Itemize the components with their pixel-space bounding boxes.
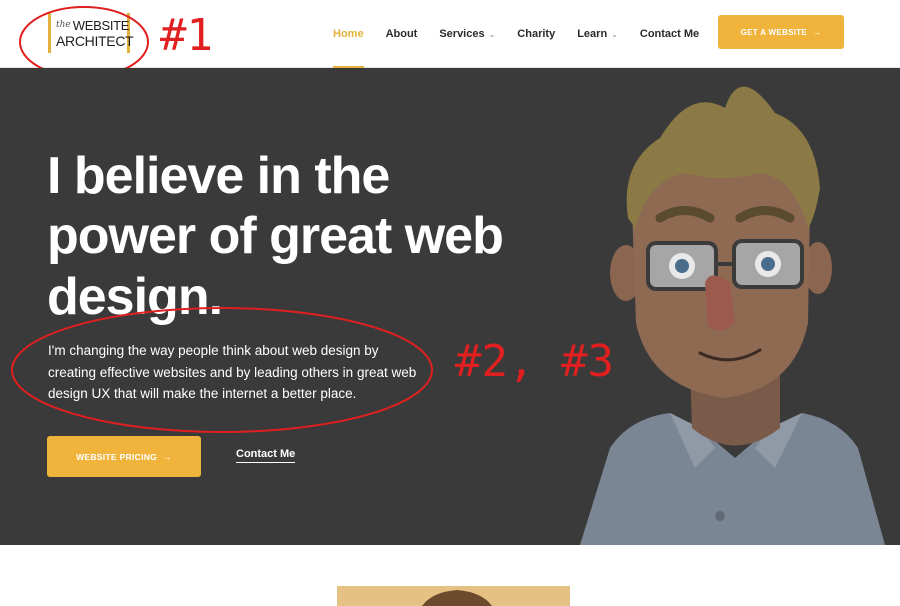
nav-contact-label: Contact Me [639, 28, 700, 40]
annotation-label-2-3: #2, #3 [455, 336, 614, 387]
logo-line1: WEBSITE [72, 17, 130, 33]
chevron-down-icon: ⌄ [611, 29, 618, 39]
website-pricing-button[interactable]: WEBSITE PRICING → [47, 436, 201, 477]
site-header: the WEBSITE ARCHITECT Home About Service… [0, 0, 900, 68]
hero-section: I believe in the power of great web desi… [0, 68, 900, 545]
logo-wordmark: the WEBSITE ARCHITECT [56, 17, 134, 49]
get-a-website-label: GET A WEBSITE [740, 27, 808, 37]
portrait-photo-thumbnail [337, 586, 570, 606]
nav-home[interactable]: Home [333, 0, 364, 68]
nav-charity[interactable]: Charity [517, 0, 555, 68]
website-pricing-label: WEBSITE PRICING [76, 451, 158, 462]
arrow-right-icon: → [813, 27, 822, 37]
annotation-label-1: #1 [160, 10, 213, 61]
hero-subtext: I'm changing the way people think about … [48, 343, 417, 402]
nav-home-label: Home [333, 28, 364, 40]
nav-learn-label: Learn [577, 28, 608, 40]
hero-headline: I believe in the power of great web desi… [47, 146, 607, 327]
site-logo[interactable]: the WEBSITE ARCHITECT [48, 13, 134, 53]
arrow-right-icon: → [163, 451, 172, 462]
cartoon-portrait-illustration [580, 86, 885, 545]
headline-line-2: power of great web [47, 207, 504, 266]
nav-services[interactable]: Services ⌄ [439, 0, 495, 68]
photo-placeholder-icon [337, 586, 570, 606]
nav-about-label: About [385, 28, 418, 40]
nav-charity-label: Charity [517, 28, 556, 40]
headline-line-3: design. [47, 267, 223, 326]
chevron-down-icon: ⌄ [488, 29, 496, 39]
main-nav: Home About Services ⌄ Charity Learn ⌄ Co… [333, 0, 721, 68]
headline-line-1: I believe in the [47, 147, 390, 205]
nav-learn[interactable]: Learn ⌄ [577, 0, 618, 68]
get-a-website-button[interactable]: GET A WEBSITE → [718, 15, 844, 49]
contact-me-link[interactable]: Contact Me [236, 448, 296, 463]
content-section [0, 545, 900, 606]
logo-the: the [56, 19, 71, 30]
logo-line2: ARCHITECT [56, 32, 134, 49]
nav-about[interactable]: About [386, 0, 418, 68]
nav-services-label: Services [439, 28, 485, 40]
nav-contact[interactable]: Contact Me [640, 0, 699, 68]
